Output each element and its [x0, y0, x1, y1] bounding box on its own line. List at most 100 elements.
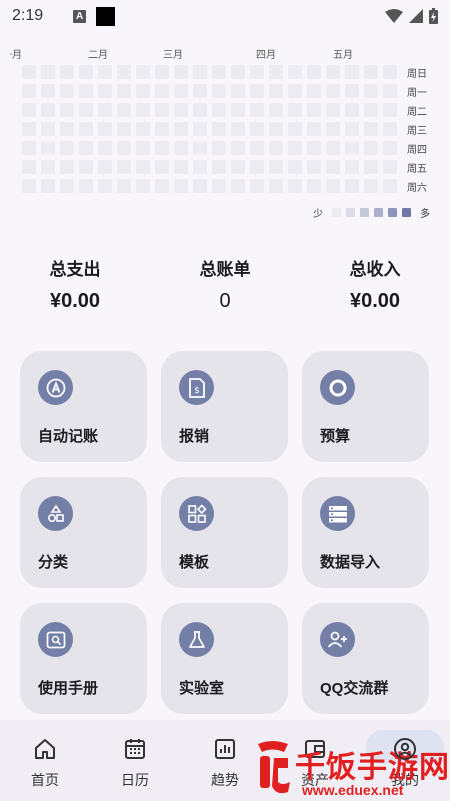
heatmap-cell [345, 103, 359, 117]
total-bills: 总账单 0 [150, 255, 300, 313]
heatmap-cell [193, 160, 207, 174]
card-label: 模板 [179, 554, 210, 571]
heatmap-cell [79, 122, 93, 136]
reimburse-card[interactable]: $ 报销 [161, 351, 288, 462]
heatmap-cell [288, 160, 302, 174]
watermark-logo-icon [258, 741, 290, 794]
nav-home[interactable]: 首页 [0, 720, 90, 801]
heatmap-cell [212, 103, 226, 117]
heatmap-cell [41, 179, 55, 193]
heatmap-cell [193, 103, 207, 117]
heatmap-cell [345, 179, 359, 193]
heatmap-cell [98, 65, 112, 79]
heatmap-cell [231, 179, 245, 193]
watermark-url: www.eduex.net [302, 782, 404, 798]
heatmap-cell [174, 141, 188, 155]
heatmap-cell [345, 84, 359, 98]
heatmap-cell [326, 160, 340, 174]
heatmap-cell [345, 141, 359, 155]
heatmap-cell [60, 122, 74, 136]
heatmap-cell [79, 103, 93, 117]
heatmap-cell [193, 84, 207, 98]
category-card[interactable]: 分类 [20, 477, 147, 588]
template-card[interactable]: 模板 [161, 477, 288, 588]
category-shapes-icon [38, 496, 73, 531]
heatmap-cell [79, 65, 93, 79]
legend-more-label: 多 [420, 209, 430, 220]
heatmap-cell [307, 65, 321, 79]
manual-icon [38, 622, 73, 657]
card-label: 使用手册 [38, 680, 99, 697]
nav-label: 趋势 [211, 772, 239, 788]
heatmap-cell [155, 65, 169, 79]
heatmap-cell [117, 179, 131, 193]
total-income-label: 总收入 [349, 260, 401, 279]
month-label: 四月 [256, 50, 276, 61]
auto-a-icon [38, 370, 73, 405]
group-add-icon [320, 622, 355, 657]
heatmap-cell [60, 141, 74, 155]
site-watermark: 千饭手游网 www.eduex.net [250, 738, 450, 801]
month-label: 三月 [163, 50, 183, 61]
heatmap-cell [79, 84, 93, 98]
manual-card[interactable]: 使用手册 [20, 603, 147, 714]
heatmap-cell [231, 65, 245, 79]
heatmap-cell [136, 160, 150, 174]
legend-less-label: 少 [313, 209, 323, 220]
status-time: 2:19 [12, 7, 44, 24]
qq-group-card[interactable]: QQ交流群 [302, 603, 429, 714]
heatmap-cell [364, 141, 378, 155]
auto-bookkeeping-card[interactable]: 自动记账 [20, 351, 147, 462]
heatmap-cell [212, 84, 226, 98]
heatmap-cell [269, 65, 283, 79]
budget-circle-icon [320, 370, 355, 405]
data-import-card[interactable]: 数据导入 [302, 477, 429, 588]
heatmap-cell [364, 122, 378, 136]
heatmap-cell [231, 122, 245, 136]
budget-card[interactable]: 预算 [302, 351, 429, 462]
watermark-text: 千饭手游网 [295, 751, 450, 784]
heatmap-cell [22, 160, 36, 174]
battery-icon [429, 8, 438, 24]
heatmap-cell [155, 160, 169, 174]
heatmap-cell [269, 179, 283, 193]
heatmap-cell [326, 103, 340, 117]
heatmap-cell [364, 160, 378, 174]
nav-calendar[interactable]: 日历 [90, 720, 180, 801]
month-label: 五月 [333, 50, 353, 61]
legend-swatch [346, 208, 355, 217]
wifi-icon [385, 9, 403, 23]
heatmap-cell [383, 103, 397, 117]
heatmap-cell [364, 179, 378, 193]
heatmap-cell [269, 141, 283, 155]
heatmap-cell [174, 160, 188, 174]
heatmap-cell [60, 160, 74, 174]
card-label: 数据导入 [320, 554, 381, 571]
heatmap-cell [41, 160, 55, 174]
month-label: 二月 [88, 50, 108, 61]
data-import-icon [320, 496, 355, 531]
card-label: 报销 [179, 428, 210, 445]
heatmap-cell [212, 122, 226, 136]
heatmap-cell [60, 103, 74, 117]
heatmap-cell [288, 179, 302, 193]
heatmap-cell [98, 160, 112, 174]
total-bills-label: 总账单 [199, 260, 251, 279]
heatmap-cell [117, 122, 131, 136]
heatmap-cell [269, 122, 283, 136]
heatmap-cell [326, 84, 340, 98]
heatmap-cell [155, 179, 169, 193]
heatmap-cell [383, 141, 397, 155]
heatmap-cell [41, 84, 55, 98]
heatmap-cell [288, 141, 302, 155]
heatmap-cell [212, 65, 226, 79]
heatmap-cell [212, 141, 226, 155]
template-grid-icon [179, 496, 214, 531]
heatmap-cell [41, 141, 55, 155]
heatmap-cell [155, 122, 169, 136]
heatmap-cell [231, 160, 245, 174]
heatmap-cell [250, 65, 264, 79]
weekday-label: 周四 [407, 145, 427, 156]
heatmap-cell [22, 103, 36, 117]
lab-card[interactable]: 实验室 [161, 603, 288, 714]
